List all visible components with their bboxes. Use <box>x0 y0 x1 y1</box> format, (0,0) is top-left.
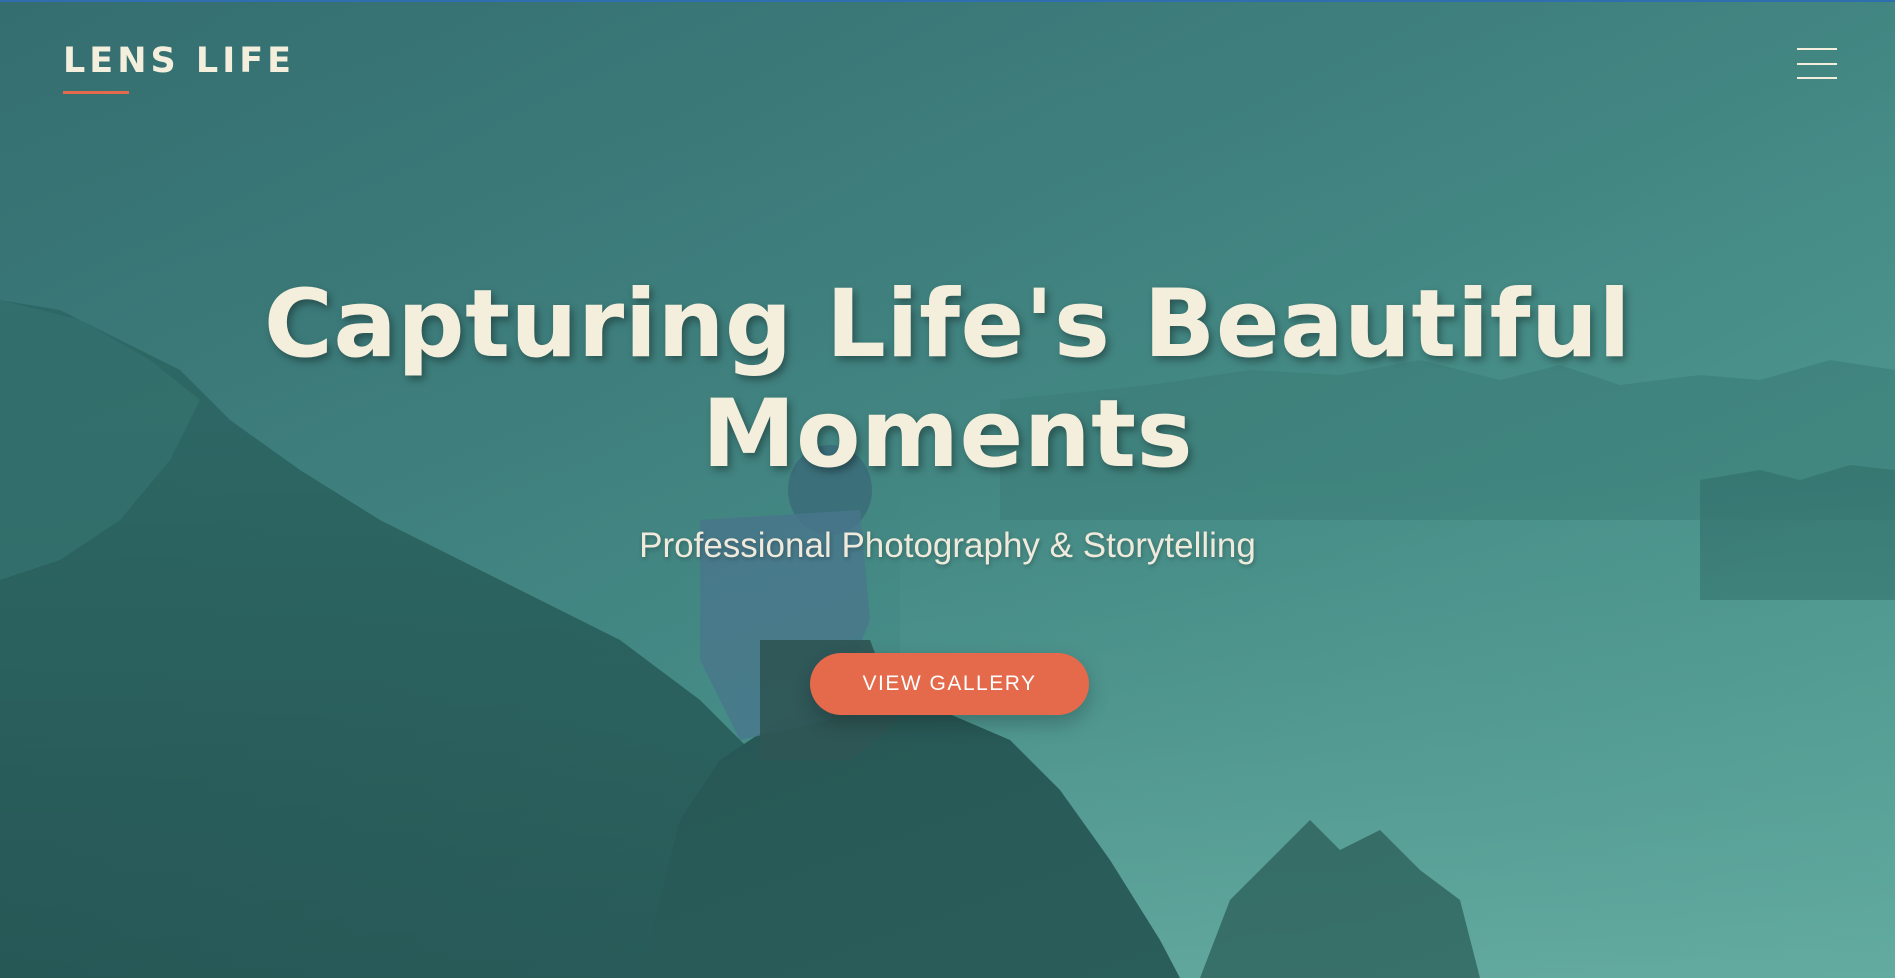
hamburger-menu-icon[interactable] <box>1797 48 1837 80</box>
menu-bar <box>1797 77 1837 79</box>
navbar: LENS LIFE <box>0 0 1895 130</box>
logo-underline <box>63 91 129 94</box>
menu-bar <box>1797 48 1837 50</box>
headline-line-2: Moments <box>701 380 1194 489</box>
headline-line-1: Capturing Life's Beautiful <box>263 270 1632 379</box>
hero-content: Capturing Life's Beautiful Moments Profe… <box>0 270 1895 566</box>
view-gallery-button[interactable]: VIEW GALLERY <box>810 653 1089 715</box>
site-logo[interactable]: LENS LIFE <box>63 44 295 79</box>
hero-headline: Capturing Life's Beautiful Moments <box>198 270 1698 490</box>
menu-bar <box>1797 63 1837 65</box>
hero-subtitle: Professional Photography & Storytelling <box>639 526 1256 565</box>
top-accent-line <box>0 0 1895 2</box>
hero-section: LENS LIFE Capturing Life's Beautiful Mom… <box>0 0 1895 978</box>
